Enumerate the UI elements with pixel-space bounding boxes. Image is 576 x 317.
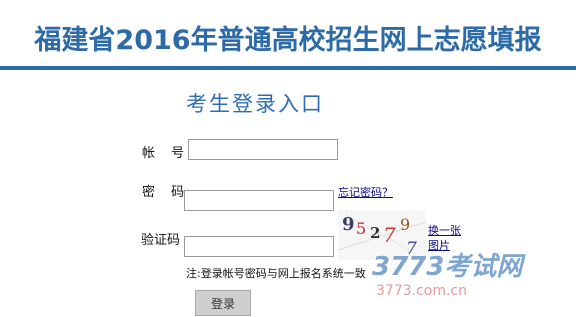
- watermark-sub-text: 3773.com.cn: [376, 283, 467, 299]
- refresh-captcha-link[interactable]: 换一张图片: [428, 223, 468, 253]
- header-divider: [0, 66, 576, 70]
- login-button[interactable]: 登录: [195, 290, 251, 316]
- captcha-char: 5: [356, 219, 366, 238]
- account-label: 帐 号: [142, 146, 185, 161]
- site-header: 福建省2016年普通高校招生网上志愿填报: [0, 0, 576, 72]
- captcha-char: 7: [383, 223, 396, 247]
- captcha-char: 2: [370, 224, 380, 242]
- captcha-input[interactable]: [184, 236, 334, 257]
- forgot-password-link[interactable]: 忘记密码？: [338, 184, 393, 200]
- login-heading: 考生登录入口: [186, 92, 324, 116]
- login-note: 注:登录帐号密码与网上报名系统一致: [186, 267, 366, 280]
- account-input[interactable]: [188, 139, 338, 160]
- captcha-char: 9: [342, 214, 355, 235]
- watermark-main-text: 3773考试网: [372, 252, 523, 282]
- captcha-label: 验证码: [141, 233, 181, 248]
- password-input[interactable]: [184, 190, 334, 211]
- password-label: 密 码: [142, 185, 185, 200]
- page-title: 福建省2016年普通高校招生网上志愿填报: [34, 25, 542, 56]
- watermark-logo: 3773考试网 3773.com.cn: [372, 252, 572, 308]
- captcha-char: 9: [400, 215, 410, 234]
